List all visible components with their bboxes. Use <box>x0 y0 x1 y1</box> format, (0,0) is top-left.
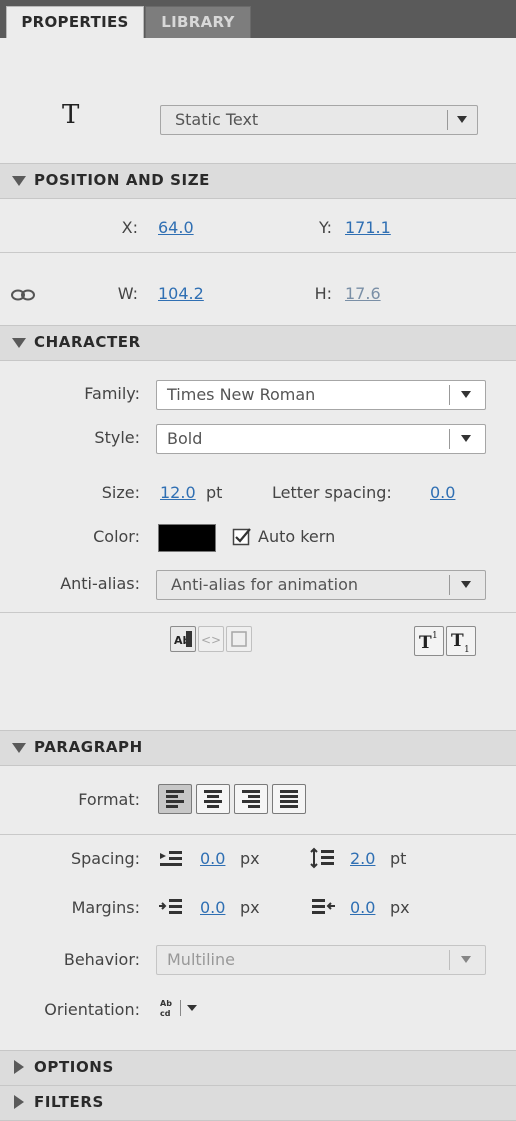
align-left-button[interactable] <box>158 784 192 814</box>
tab-properties[interactable]: PROPERTIES <box>6 6 144 39</box>
section-title: PARAGRAPH <box>34 738 143 756</box>
behavior-dropdown[interactable]: Multiline <box>156 945 486 975</box>
collapse-triangle-icon <box>12 176 26 186</box>
font-style-value: Bold <box>167 429 203 448</box>
link-constrain-icon[interactable] <box>10 288 36 302</box>
y-label: Y: <box>318 218 332 237</box>
orientation-dropdown[interactable]: Ab cd <box>158 996 210 1020</box>
format-label: Format: <box>78 790 140 809</box>
behavior-value: Multiline <box>167 950 235 969</box>
svg-text:1: 1 <box>464 645 470 655</box>
right-margin-value[interactable]: 0.0 <box>350 898 375 917</box>
chevron-down-icon <box>461 391 471 398</box>
svg-text:Ab: Ab <box>160 999 172 1008</box>
font-size-unit: pt <box>206 483 223 502</box>
section-paragraph[interactable]: PARAGRAPH <box>0 730 516 766</box>
html-icon: <> <box>201 633 221 647</box>
selectable-text-icon: Ab <box>174 631 192 647</box>
text-tool-icon: T <box>62 100 80 130</box>
section-title: OPTIONS <box>34 1058 114 1076</box>
subscript-button[interactable]: T1 <box>446 626 476 656</box>
align-right-button[interactable] <box>234 784 268 814</box>
line-spacing-icon <box>310 847 334 869</box>
margins-label: Margins: <box>71 898 140 917</box>
svg-text:T: T <box>451 631 464 651</box>
color-label: Color: <box>93 527 140 546</box>
align-justify-button[interactable] <box>272 784 306 814</box>
style-label: Style: <box>94 428 140 447</box>
indent-icon <box>160 851 182 866</box>
tool-area <box>0 38 516 160</box>
chevron-down-icon <box>457 116 467 123</box>
section-filters[interactable]: FILTERS <box>0 1085 516 1121</box>
line-spacing-unit: pt <box>390 849 407 868</box>
superscript-icon: T1 <box>419 631 438 653</box>
chevron-down-icon <box>461 435 471 442</box>
font-style-dropdown[interactable]: Bold <box>156 424 486 454</box>
align-center-button[interactable] <box>196 784 230 814</box>
section-position-and-size[interactable]: POSITION AND SIZE <box>0 163 516 199</box>
h-value[interactable]: 17.6 <box>345 284 381 303</box>
w-value[interactable]: 104.2 <box>158 284 204 303</box>
w-label: W: <box>117 284 138 303</box>
expand-triangle-icon <box>14 1095 24 1109</box>
anti-alias-label: Anti-alias: <box>60 574 140 593</box>
section-options[interactable]: OPTIONS <box>0 1050 516 1086</box>
subscript-icon: T1 <box>451 631 470 655</box>
svg-text:1: 1 <box>432 631 438 641</box>
font-size-value[interactable]: 12.0 <box>160 483 196 502</box>
h-label: H: <box>314 284 332 303</box>
left-margin-unit: px <box>240 898 260 917</box>
section-title: POSITION AND SIZE <box>34 171 211 189</box>
chevron-down-icon <box>461 956 471 963</box>
left-margin-value[interactable]: 0.0 <box>200 898 225 917</box>
svg-text:<>: <> <box>201 633 221 647</box>
svg-text:cd: cd <box>160 1009 171 1018</box>
indent-unit: px <box>240 849 260 868</box>
spacing-label: Spacing: <box>70 849 140 868</box>
y-value[interactable]: 171.1 <box>345 218 391 237</box>
letter-spacing-label: Letter spacing: <box>272 483 392 502</box>
selectable-text-button[interactable]: Ab <box>170 626 196 652</box>
auto-kern-label: Auto kern <box>258 527 336 546</box>
size-label: Size: <box>101 483 140 502</box>
text-type-dropdown[interactable]: Static Text <box>160 105 478 135</box>
line-spacing-value[interactable]: 2.0 <box>350 849 375 868</box>
orientation-label: Orientation: <box>44 1000 140 1019</box>
orientation-horizontal-icon: Ab cd <box>160 999 197 1018</box>
auto-kern-checkbox[interactable] <box>232 527 252 547</box>
letter-spacing-value[interactable]: 0.0 <box>430 483 455 502</box>
chevron-down-icon <box>461 581 471 588</box>
superscript-button[interactable]: T1 <box>414 626 444 656</box>
show-border-button[interactable] <box>226 626 252 652</box>
render-as-html-button[interactable]: <> <box>198 626 224 652</box>
section-character[interactable]: CHARACTER <box>0 325 516 361</box>
border-icon <box>231 631 247 647</box>
indent-value[interactable]: 0.0 <box>200 849 225 868</box>
behavior-label: Behavior: <box>63 950 140 969</box>
section-title: FILTERS <box>34 1093 104 1111</box>
section-title: CHARACTER <box>34 333 141 351</box>
text-type-value: Static Text <box>175 110 259 129</box>
expand-triangle-icon <box>14 1060 24 1074</box>
text-color-swatch[interactable] <box>158 524 216 552</box>
tab-library[interactable]: LIBRARY <box>145 6 251 40</box>
collapse-triangle-icon <box>12 743 26 753</box>
font-family-dropdown[interactable]: Times New Roman <box>156 380 486 410</box>
anti-alias-value: Anti-alias for animation <box>171 575 359 594</box>
family-label: Family: <box>84 384 140 403</box>
left-margin-icon <box>159 899 182 914</box>
font-family-value: Times New Roman <box>167 385 316 404</box>
collapse-triangle-icon <box>12 338 26 348</box>
svg-text:T: T <box>419 633 432 653</box>
right-margin-unit: px <box>390 898 410 917</box>
anti-alias-dropdown[interactable]: Anti-alias for animation <box>156 570 486 600</box>
right-margin-icon <box>312 899 335 914</box>
x-label: X: <box>121 218 138 237</box>
x-value[interactable]: 64.0 <box>158 218 194 237</box>
